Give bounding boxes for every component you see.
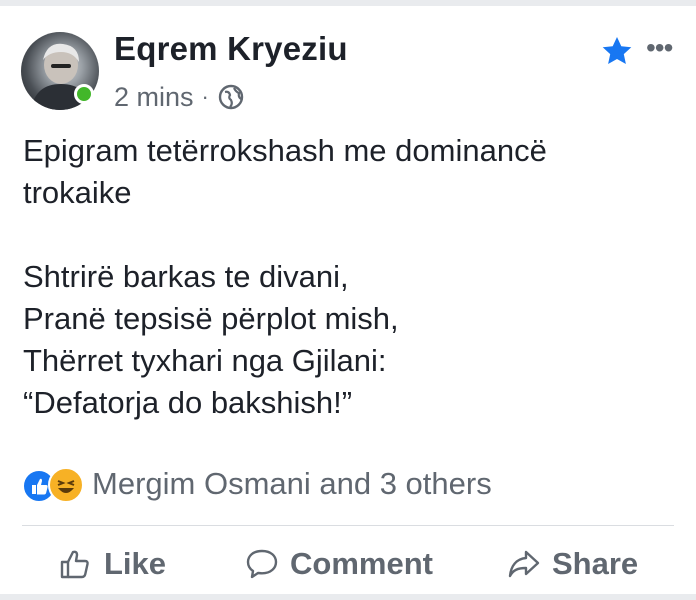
haha-reaction-icon <box>48 467 84 503</box>
post-body: Epigram tetërrokshash me dominancë troka… <box>23 130 673 424</box>
share-button[interactable]: Share <box>506 546 638 582</box>
reaction-icons <box>22 467 84 503</box>
post-line: Shtrirë barkas te divani, <box>23 259 349 294</box>
meta-separator: · <box>201 84 209 109</box>
like-button[interactable]: Like <box>58 546 166 582</box>
post-line: trokaike <box>23 175 132 210</box>
star-icon[interactable] <box>600 34 634 68</box>
post-blank-line <box>23 214 673 256</box>
globe-icon[interactable] <box>217 83 245 111</box>
post-card: Eqrem Kryeziu 2 mins · ••• Epigram tetër… <box>0 6 696 594</box>
post-timestamp[interactable]: 2 mins <box>114 82 194 113</box>
author-name[interactable]: Eqrem Kryeziu <box>114 30 348 68</box>
comment-button[interactable]: Comment <box>244 546 433 582</box>
actions-divider <box>22 525 674 526</box>
post-actions: Like Comment Share <box>0 536 696 594</box>
post-line: Thërret tyxhari nga Gjilani: <box>23 343 387 378</box>
thumbs-up-icon <box>60 550 89 579</box>
post-line: Pranë tepsisë përplot mish, <box>23 301 399 336</box>
reactions-bar[interactable]: Mergim Osmani and 3 others <box>22 464 492 504</box>
share-label: Share <box>552 546 639 581</box>
comment-icon <box>246 549 278 579</box>
post-meta: 2 mins · <box>114 80 245 114</box>
more-options-icon[interactable]: ••• <box>646 34 673 62</box>
comment-label: Comment <box>290 546 433 581</box>
like-label: Like <box>104 546 167 581</box>
share-arrow-icon <box>508 550 540 578</box>
reactions-summary[interactable]: Mergim Osmani and 3 others <box>92 466 492 502</box>
post-line: “Defatorja do bakshish!” <box>23 385 353 420</box>
post-line: Epigram tetërrokshash me dominancë <box>23 133 547 168</box>
online-status-dot <box>74 84 94 104</box>
